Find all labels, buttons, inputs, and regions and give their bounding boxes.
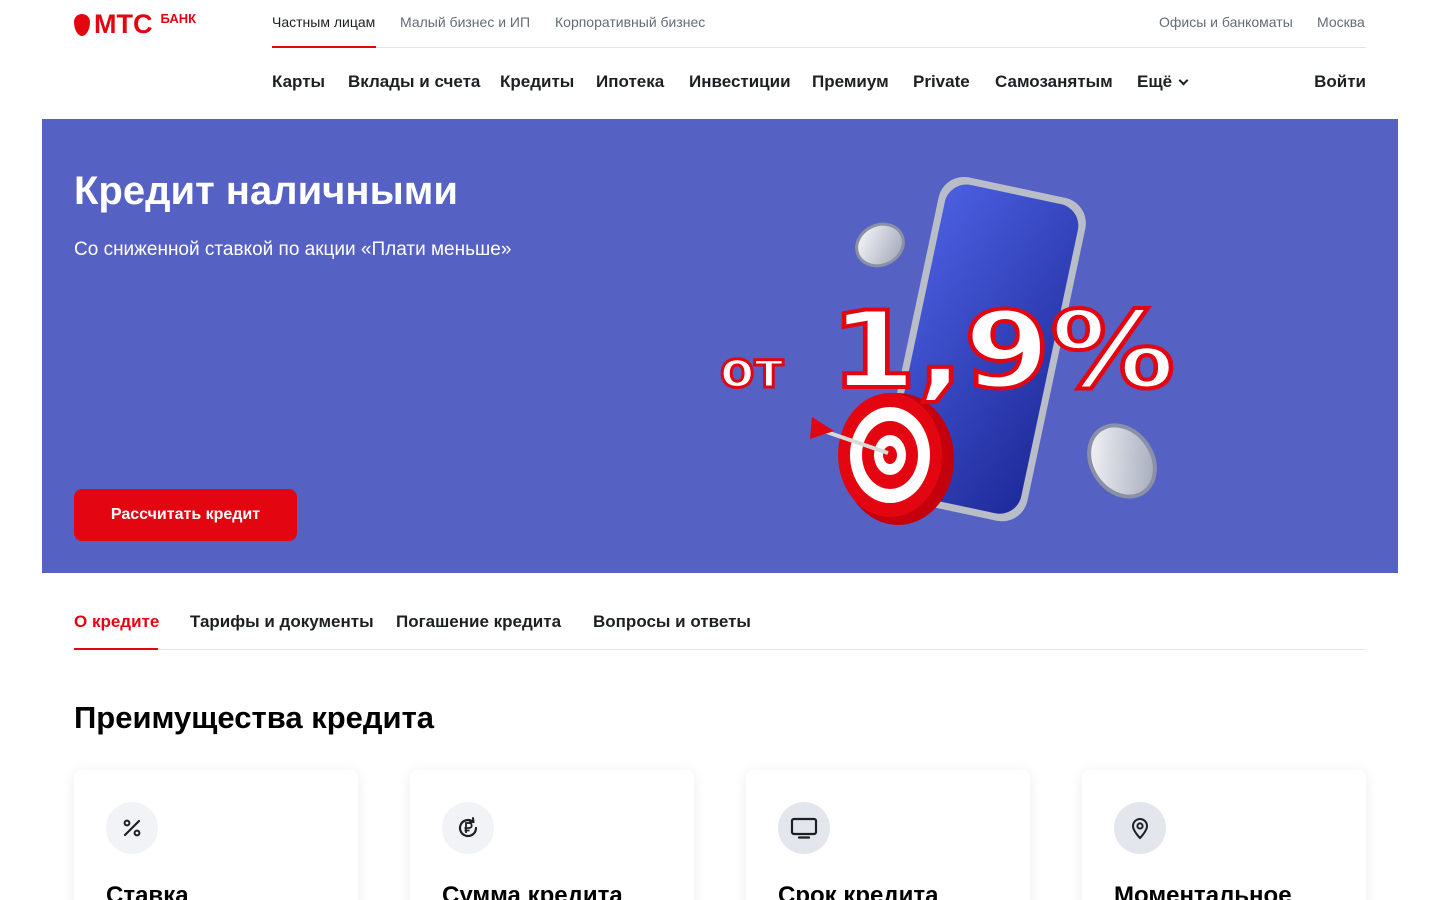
ruble-refresh-icon <box>442 802 494 854</box>
location-pin-icon <box>1114 802 1166 854</box>
segment-corporate[interactable]: Корпоративный бизнес <box>555 14 705 30</box>
tab-faq[interactable]: Вопросы и ответы <box>593 612 751 632</box>
logo-text: МТС <box>94 9 153 39</box>
monitor-icon <box>778 802 830 854</box>
login-button[interactable]: Войти <box>1314 72 1366 92</box>
city-selector[interactable]: Москва <box>1317 14 1365 30</box>
card-title: Моментальное <box>1114 882 1292 900</box>
tab-active-underline <box>74 648 158 650</box>
nav-item-more[interactable]: Ещё <box>1137 72 1189 92</box>
promo-rate: 1,9% <box>830 289 1175 412</box>
hero-title: Кредит наличными <box>74 169 458 213</box>
segment-small-business[interactable]: Малый бизнес и ИП <box>400 14 530 30</box>
advantage-card-term[interactable]: Срок кредита <box>746 770 1030 900</box>
nav-item-private[interactable]: Private <box>913 72 970 92</box>
nav-item-self-employed[interactable]: Самозанятым <box>995 72 1113 92</box>
segment-active-underline <box>272 46 376 48</box>
advantage-card-rate[interactable]: Ставка <box>74 770 358 900</box>
card-title: Срок кредита <box>778 882 939 900</box>
advantage-card-instant[interactable]: Моментальное <box>1082 770 1366 900</box>
nav-item-mortgage[interactable]: Ипотека <box>596 72 664 92</box>
hero-banner: Кредит наличными Со сниженной ставкой по… <box>42 119 1398 573</box>
nav-item-more-label: Ещё <box>1137 72 1173 91</box>
card-title: Сумма кредита <box>442 882 623 900</box>
hero-subtitle: Со сниженной ставкой по акции «Плати мен… <box>74 239 512 260</box>
segment-private[interactable]: Частным лицам <box>272 14 375 30</box>
advantage-card-amount[interactable]: Сумма кредита <box>410 770 694 900</box>
card-title: Ставка <box>106 882 189 900</box>
top-navigation: Частным лицам Малый бизнес и ИП Корпорат… <box>272 0 1366 48</box>
nav-item-deposits[interactable]: Вклады и счета <box>348 72 480 92</box>
tab-tariffs-documents[interactable]: Тарифы и документы <box>190 612 374 632</box>
chevron-down-icon <box>1178 75 1189 86</box>
tab-about-credit[interactable]: О кредите <box>74 612 159 632</box>
nav-item-investments[interactable]: Инвестиции <box>689 72 791 92</box>
advantages-title: Преимущества кредита <box>74 700 435 735</box>
offices-atms-link[interactable]: Офисы и банкоматы <box>1159 14 1293 30</box>
credit-tabs: О кредите Тарифы и документы Погашение к… <box>74 608 1366 650</box>
coin-image <box>1087 423 1157 499</box>
mts-bank-logo[interactable]: МТС БАНК <box>74 9 197 39</box>
logo-drop-icon <box>74 14 90 36</box>
nav-item-cards[interactable]: Карты <box>272 72 325 92</box>
nav-item-credits[interactable]: Кредиты <box>500 72 574 92</box>
coin-image <box>855 222 905 268</box>
nav-item-premium[interactable]: Премиум <box>812 72 889 92</box>
calculate-credit-button[interactable]: Рассчитать кредит <box>74 489 297 541</box>
main-navigation: Карты Вклады и счета Кредиты Ипотека Инв… <box>272 72 1366 96</box>
tab-repayment[interactable]: Погашение кредита <box>396 612 561 632</box>
promo-illustration: от 1,9% <box>719 176 1177 525</box>
logo-subtext: БАНК <box>160 11 197 26</box>
promo-prefix: от <box>720 341 783 399</box>
percent-icon <box>106 802 158 854</box>
target-image <box>810 393 954 525</box>
